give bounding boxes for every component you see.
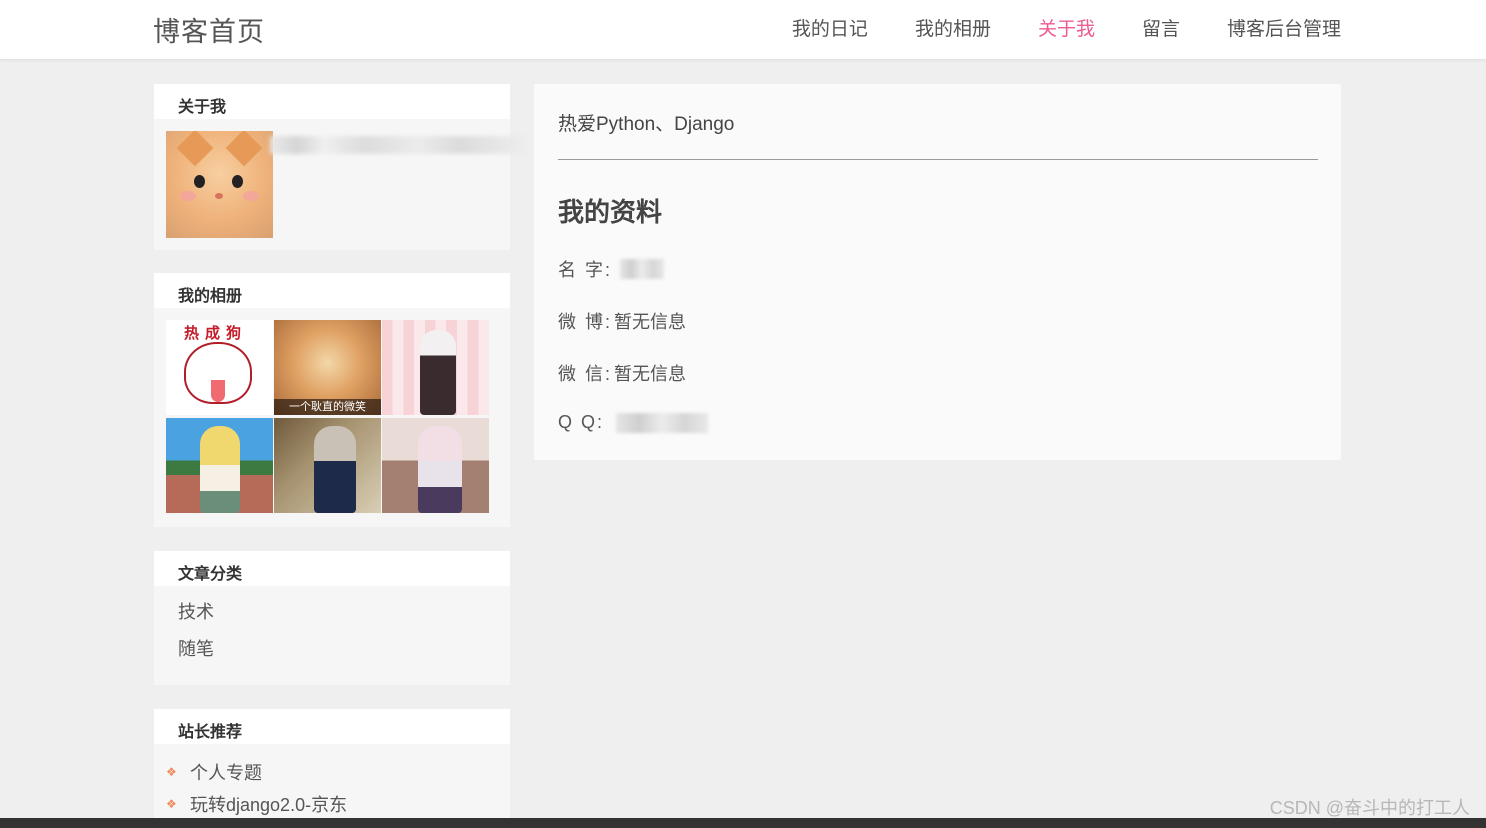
blurred-bio bbox=[270, 136, 540, 154]
album-grid: 热成狗 一个耿直的微笑 bbox=[166, 320, 489, 513]
nav-diary[interactable]: 我的日记 bbox=[792, 14, 868, 41]
field-weibo: 微 博: 暂无信息 bbox=[558, 308, 686, 334]
about-panel: 关于我 bbox=[154, 84, 540, 250]
main-nav: 我的日记 我的相册 关于我 留言 博客后台管理 bbox=[745, 14, 1341, 41]
avatar bbox=[166, 131, 273, 238]
profile-heading: 我的资料 bbox=[558, 197, 663, 227]
blurred-qq bbox=[616, 412, 709, 433]
top-navbar: 博客首页 我的日记 我的相册 关于我 留言 博客后台管理 bbox=[0, 0, 1486, 60]
field-wechat: 微 信: 暂无信息 bbox=[558, 360, 686, 386]
divider bbox=[558, 159, 1318, 160]
field-name: 名 字: bbox=[558, 256, 665, 282]
profile-card: 热爱Python、Django 我的资料 名 字: 微 博: 暂无信息 微 信:… bbox=[534, 84, 1341, 460]
category-link[interactable]: 随笔 bbox=[178, 639, 214, 659]
album-thumb[interactable] bbox=[274, 418, 381, 513]
about-panel-title: 关于我 bbox=[154, 84, 510, 119]
field-value: 暂无信息 bbox=[614, 312, 687, 332]
album-thumb[interactable]: 一个耿直的微笑 bbox=[274, 320, 381, 415]
recommend-link[interactable]: 个人专题 bbox=[190, 759, 262, 785]
nav-messages[interactable]: 留言 bbox=[1142, 14, 1180, 41]
recommend-link[interactable]: 玩转django2.0-京东 bbox=[190, 791, 347, 817]
field-label: Q Q: bbox=[558, 412, 605, 432]
bullet-icon: ❖ bbox=[166, 765, 177, 779]
nav-about[interactable]: 关于我 bbox=[1038, 14, 1095, 41]
profile-intro: 热爱Python、Django bbox=[558, 114, 735, 135]
field-value: 暂无信息 bbox=[614, 364, 687, 384]
album-thumb[interactable] bbox=[382, 320, 489, 415]
album-panel: 我的相册 热成狗 一个耿直的微笑 bbox=[154, 273, 510, 527]
blurred-name bbox=[620, 259, 665, 279]
watermark: CSDN @奋斗中的打工人 bbox=[1269, 798, 1470, 818]
field-label: 微 博: bbox=[558, 312, 613, 332]
categories-panel: 文章分类 技术 随笔 bbox=[154, 551, 510, 685]
site-logo-link[interactable]: 博客首页 bbox=[153, 10, 265, 49]
recommend-panel-title: 站长推荐 bbox=[154, 709, 510, 744]
recommend-panel: 站长推荐 ❖ 个人专题 ❖ 玩转django2.0-京东 bbox=[154, 709, 510, 828]
field-label: 微 信: bbox=[558, 364, 613, 384]
album-panel-title: 我的相册 bbox=[154, 273, 510, 308]
album-thumb[interactable]: 热成狗 bbox=[166, 320, 273, 415]
bottom-bar bbox=[0, 818, 1486, 828]
field-qq: Q Q: bbox=[558, 412, 709, 433]
album-thumb[interactable] bbox=[166, 418, 273, 513]
album-thumb[interactable] bbox=[382, 418, 489, 513]
nav-admin[interactable]: 博客后台管理 bbox=[1227, 14, 1341, 41]
bullet-icon: ❖ bbox=[166, 797, 177, 811]
field-label: 名 字: bbox=[558, 260, 613, 280]
nav-album[interactable]: 我的相册 bbox=[915, 14, 991, 41]
categories-panel-title: 文章分类 bbox=[154, 551, 510, 586]
category-link[interactable]: 技术 bbox=[178, 602, 214, 622]
